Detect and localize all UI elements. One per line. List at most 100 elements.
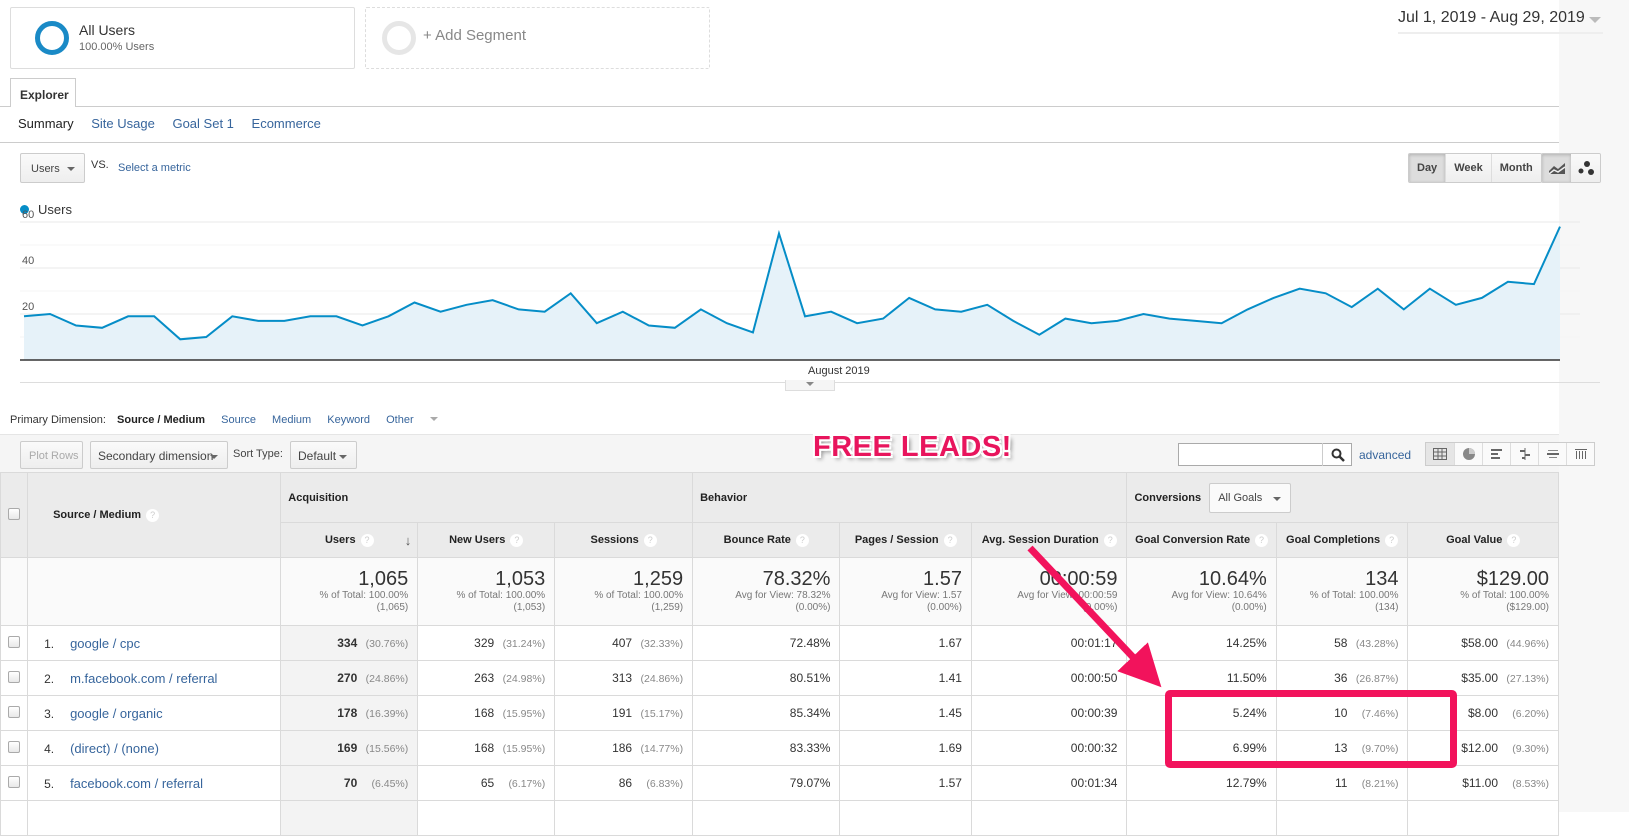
add-segment-button[interactable]: + Add Segment	[365, 7, 710, 69]
dimension-source[interactable]: Source	[221, 414, 256, 426]
data-point[interactable]	[516, 306, 522, 312]
column-header-bounce-rate[interactable]: Bounce Rate?	[692, 522, 841, 558]
pivot-view-button[interactable]	[1566, 443, 1594, 465]
segment-all-users[interactable]: All Users 100.00% Users	[10, 7, 355, 69]
data-point[interactable]	[99, 325, 105, 331]
select-metric-link[interactable]: Select a metric	[118, 162, 191, 174]
help-icon[interactable]: ?	[943, 533, 957, 547]
collapse-chart-handle[interactable]	[785, 380, 835, 391]
data-point[interactable]	[958, 309, 964, 315]
data-point[interactable]	[464, 302, 470, 308]
subtab-summary[interactable]: Summary	[18, 116, 74, 131]
data-point[interactable]	[906, 295, 912, 301]
help-icon[interactable]: ?	[795, 533, 809, 547]
data-point[interactable]	[359, 323, 365, 329]
row-checkbox[interactable]	[8, 670, 21, 683]
data-point[interactable]	[1193, 318, 1199, 324]
data-point[interactable]	[984, 302, 990, 308]
row-checkbox[interactable]	[8, 635, 21, 648]
tab-explorer[interactable]: Explorer	[10, 78, 76, 107]
data-point[interactable]	[1297, 286, 1303, 292]
dimension-other[interactable]: Other	[386, 414, 451, 426]
performance-view-button[interactable]	[1482, 443, 1510, 465]
period-week-button[interactable]: Week	[1445, 154, 1491, 182]
help-icon[interactable]: ?	[146, 508, 160, 522]
data-point[interactable]	[1114, 318, 1120, 324]
metric-dropdown[interactable]: Users	[20, 153, 85, 183]
secondary-dimension-dropdown[interactable]: Secondary dimension	[90, 441, 228, 469]
help-icon[interactable]: ?	[1103, 533, 1117, 547]
percentage-view-button[interactable]	[1454, 443, 1482, 465]
dimension-link[interactable]: m.facebook.com / referral	[70, 671, 217, 686]
data-point[interactable]	[1062, 316, 1068, 322]
data-point[interactable]	[698, 306, 704, 312]
data-point[interactable]	[932, 306, 938, 312]
select-all-checkbox[interactable]	[8, 507, 21, 520]
dimension-keyword[interactable]: Keyword	[327, 414, 370, 426]
row-checkbox[interactable]	[8, 740, 21, 753]
data-point[interactable]	[490, 297, 496, 303]
data-point[interactable]	[1245, 306, 1251, 312]
data-point[interactable]	[1323, 290, 1329, 296]
data-point[interactable]	[1479, 295, 1485, 301]
data-point[interactable]	[542, 309, 548, 315]
search-button[interactable]	[1322, 443, 1352, 466]
line-chart-button[interactable]	[1542, 154, 1571, 182]
column-header-sessions[interactable]: Sessions?	[554, 522, 694, 558]
column-header-goal-conversion-rate[interactable]: Goal Conversion Rate?	[1126, 522, 1277, 558]
period-day-button[interactable]: Day	[1409, 154, 1446, 182]
help-icon[interactable]: ?	[510, 533, 524, 547]
data-point[interactable]	[1427, 286, 1433, 292]
data-point[interactable]	[21, 313, 27, 319]
data-view-button[interactable]	[1426, 443, 1454, 465]
comparison-view-button[interactable]	[1510, 443, 1538, 465]
row-checkbox[interactable]	[8, 705, 21, 718]
data-point[interactable]	[1531, 281, 1537, 287]
term-cloud-view-button[interactable]	[1538, 443, 1566, 465]
data-point[interactable]	[1166, 316, 1172, 322]
data-point[interactable]	[828, 309, 834, 315]
subtab-goal-set-1[interactable]: Goal Set 1	[172, 116, 233, 131]
dimension-link[interactable]: (direct) / (none)	[70, 741, 159, 756]
data-point[interactable]	[151, 313, 157, 319]
column-header-pages-session[interactable]: Pages / Session?	[839, 522, 972, 558]
data-point[interactable]	[1219, 320, 1225, 326]
period-month-button[interactable]: Month	[1490, 154, 1541, 182]
data-point[interactable]	[776, 231, 782, 237]
data-point[interactable]	[1140, 311, 1146, 317]
dimension-source-medium[interactable]: Source / Medium	[117, 414, 205, 426]
data-point[interactable]	[438, 309, 444, 315]
dimension-link[interactable]: google / organic	[70, 706, 163, 721]
dimension-medium[interactable]: Medium	[272, 414, 311, 426]
subtab-site-usage[interactable]: Site Usage	[91, 116, 155, 131]
data-point[interactable]	[724, 320, 730, 326]
data-point[interactable]	[880, 316, 886, 322]
data-point[interactable]	[594, 320, 600, 326]
data-point[interactable]	[1401, 306, 1407, 312]
data-point[interactable]	[750, 329, 756, 335]
dimension-link[interactable]: facebook.com / referral	[70, 776, 203, 791]
data-point[interactable]	[1036, 332, 1042, 338]
help-icon[interactable]: ?	[360, 533, 374, 547]
data-point[interactable]	[281, 318, 287, 324]
help-icon[interactable]: ?	[643, 533, 657, 547]
scrollbar-gutter[interactable]	[1559, 0, 1629, 812]
data-point[interactable]	[1453, 302, 1459, 308]
dimension-link[interactable]: google / cpc	[70, 636, 140, 651]
subtab-ecommerce[interactable]: Ecommerce	[252, 116, 321, 131]
help-icon[interactable]: ?	[1507, 533, 1521, 547]
data-point[interactable]	[255, 318, 261, 324]
plot-rows-button[interactable]: Plot Rows	[20, 441, 83, 469]
dimension-header[interactable]: Source / Medium?	[27, 472, 282, 558]
help-icon[interactable]: ?	[1255, 533, 1269, 547]
column-header-goal-completions[interactable]: Goal Completions?	[1275, 522, 1409, 558]
data-point[interactable]	[125, 313, 131, 319]
data-point[interactable]	[1271, 295, 1277, 301]
data-point[interactable]	[177, 336, 183, 342]
users-line-chart[interactable]: 20 40 60 August 2019	[0, 210, 1600, 380]
data-point[interactable]	[73, 323, 79, 329]
help-icon[interactable]: ?	[1385, 533, 1399, 547]
row-checkbox[interactable]	[8, 775, 21, 788]
motion-chart-button[interactable]	[1571, 154, 1600, 182]
data-point[interactable]	[1349, 304, 1355, 310]
